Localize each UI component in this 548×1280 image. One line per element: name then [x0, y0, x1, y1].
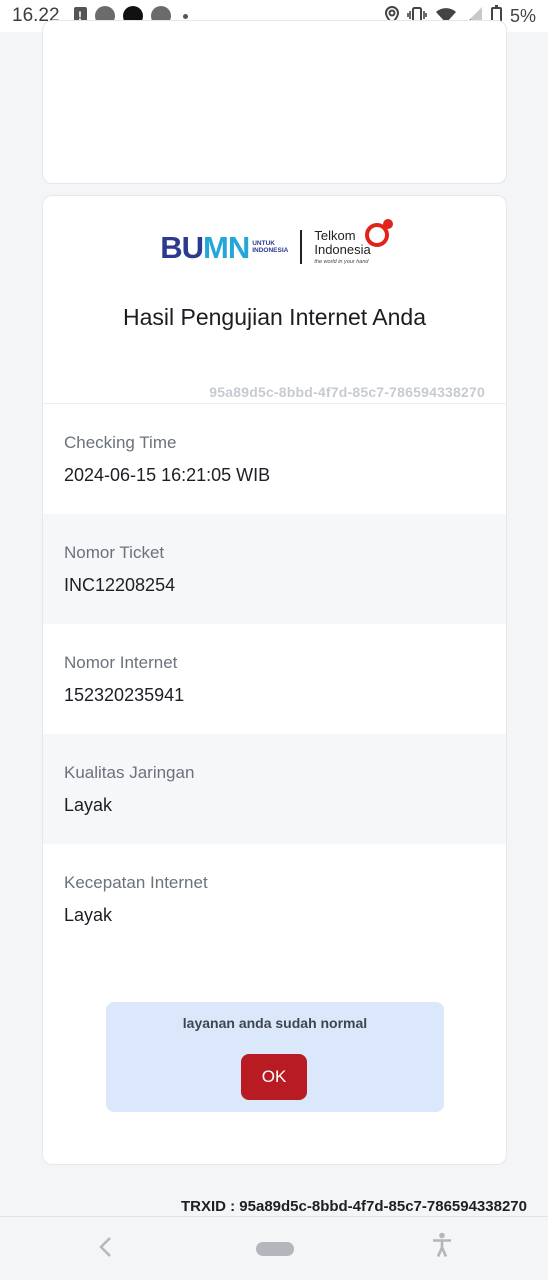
info-value: 152320235941 — [64, 685, 185, 705]
ok-button[interactable]: OK — [241, 1054, 307, 1100]
telkom-name-line-2: Indonesia — [314, 241, 371, 257]
info-label: Nomor Internet — [64, 653, 178, 672]
bumn-logo: BUMN UNTUK INDONESIA — [160, 232, 288, 263]
notice-text: layanan anda sudah normal — [182, 1015, 368, 1031]
bumn-wordmark-a: BU — [160, 229, 204, 265]
telkom-mark-icon — [364, 219, 393, 247]
info-row-internet-number: Nomor Internet 152320235941 — [43, 624, 506, 734]
bumn-wordmark-b: MN — [203, 229, 250, 265]
back-icon[interactable] — [98, 1233, 118, 1265]
telkom-name-line-1: Telkom — [314, 228, 356, 243]
result-info-list: Checking Time 2024-06-15 16:21:05 WIB No… — [43, 404, 506, 954]
page-title: Hasil Pengujian Internet Anda — [122, 304, 427, 330]
bumn-subtitle: UNTUK INDONESIA — [252, 240, 288, 255]
info-row-network-quality: Kualitas Jaringan Layak — [43, 734, 506, 844]
bumn-sub-line-2: INDONESIA — [252, 247, 289, 255]
status-notice: layanan anda sudah normal OK — [106, 1002, 444, 1112]
info-value: Layak — [64, 795, 113, 815]
info-value: INC12208254 — [64, 575, 176, 595]
battery-percent: 5% — [509, 5, 536, 26]
info-label: Kualitas Jaringan — [64, 763, 195, 782]
accessibility-icon[interactable] — [431, 1232, 453, 1265]
info-row-internet-speed: Kecepatan Internet Layak — [43, 844, 506, 954]
info-row-checking-time: Checking Time 2024-06-15 16:21:05 WIB — [43, 404, 506, 514]
navigation-bar — [0, 1216, 548, 1280]
info-label: Nomor Ticket — [64, 543, 165, 562]
info-label: Checking Time — [64, 433, 177, 452]
previous-card — [42, 20, 507, 184]
logo-divider — [300, 230, 303, 265]
result-card: BUMN UNTUK INDONESIA Telkom Indonesia th… — [42, 195, 507, 1165]
small-dot-icon — [182, 13, 188, 19]
logo-row: BUMN UNTUK INDONESIA Telkom Indonesia th… — [43, 219, 506, 266]
info-value: Layak — [64, 905, 113, 925]
home-handle-icon[interactable] — [255, 1241, 294, 1256]
bumn-wordmark: BUMN — [160, 229, 250, 265]
bumn-sub-line-1: UNTUK — [252, 239, 275, 247]
trxid-footer: TRXID : 95a89d5c-8bbd-4f7d-85c7-78659433… — [180, 1198, 527, 1215]
info-value: 2024-06-15 16:21:05 WIB — [64, 465, 271, 485]
info-label: Kecepatan Internet — [64, 873, 208, 892]
info-row-ticket: Nomor Ticket INC12208254 — [43, 514, 506, 624]
telkom-tagline: the world in your hand — [314, 259, 369, 266]
telkom-logo: Telkom Indonesia the world in your hand — [314, 219, 393, 266]
transaction-id-label: 95a89d5c-8bbd-4f7d-85c7-786594338270 — [209, 384, 485, 400]
